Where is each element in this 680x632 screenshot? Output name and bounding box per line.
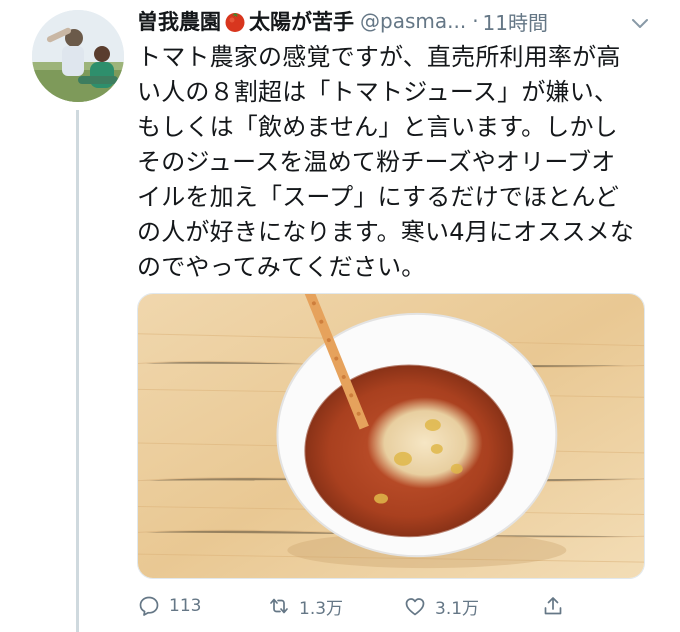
retweet-icon (270, 598, 288, 614)
avatar[interactable] (32, 10, 124, 102)
tweet-header: 曽我農園 太陽が苦手 @pasma... · 11時間 (137, 4, 657, 38)
heart-icon (405, 598, 425, 616)
reply-count: 113 (169, 596, 202, 616)
tweet-actions: 113 1.3万 3.1万 (137, 588, 657, 624)
share-icon (544, 597, 562, 615)
tweet-text-line: イルを加え「スープ」にするだけでほとんど (137, 183, 620, 211)
user-handle[interactable]: @pasma... (360, 9, 466, 33)
tweet-text-line: トマト農家の感覚ですが、直売所利用率が高 (137, 43, 621, 71)
tweet-photo[interactable] (137, 293, 645, 579)
tweet-text-line: そのジュースを温めて粉チーズやオリーブオ (137, 148, 616, 176)
tweet-text: トマト農家の感覚ですが、直売所利用率が高 い人の８割超は「トマトジュース」が嫌い… (137, 40, 657, 285)
soup-cup-image (138, 294, 644, 578)
tweet-text-line: もしくは「飲めません」と言います。しかし (137, 113, 618, 141)
like-count: 3.1万 (435, 598, 480, 619)
header-separator: · (472, 9, 479, 33)
retweet-count: 1.3万 (299, 598, 344, 619)
thread-line (76, 110, 79, 632)
reply-icon (139, 596, 159, 616)
display-name-suffix[interactable]: 太陽が苦手 (249, 6, 354, 36)
tomato-icon (223, 9, 247, 33)
tweet-text-line: い人の８割超は「トマトジュース」が嫌い、 (137, 78, 619, 106)
tweet-text-line: のでやってみてください。 (137, 253, 426, 281)
display-name[interactable]: 曽我農園 (137, 6, 221, 36)
tweet-text-line: の人が好きになります。寒い4月にオススメな (137, 218, 635, 246)
reply-button[interactable]: 113 (137, 588, 201, 624)
like-button[interactable]: 3.1万 (403, 588, 479, 624)
avatar-photo (32, 10, 124, 102)
retweet-button[interactable]: 1.3万 (267, 588, 343, 624)
chevron-down-icon[interactable] (629, 12, 651, 34)
share-button[interactable] (541, 588, 565, 624)
timestamp[interactable]: 11時間 (483, 7, 548, 36)
